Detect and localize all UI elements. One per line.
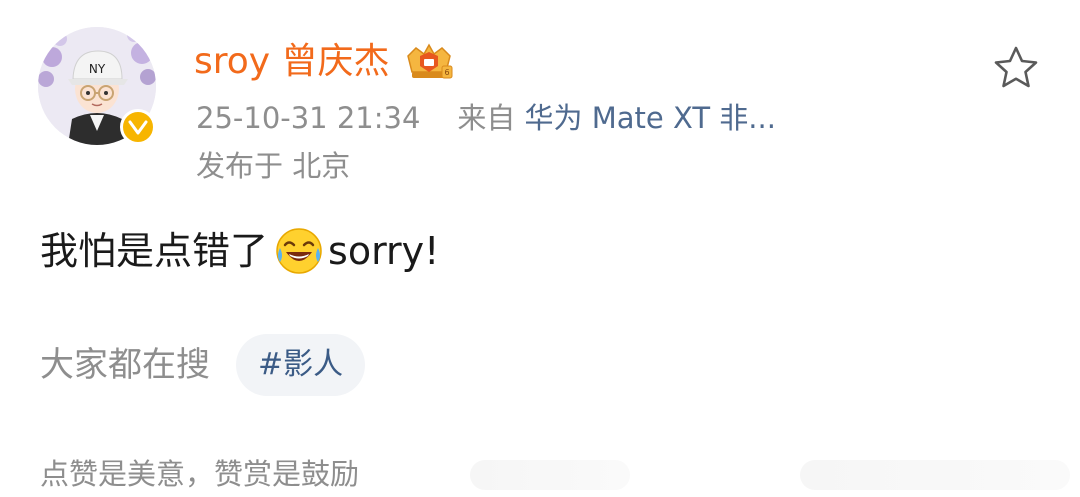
post-text-suffix: sorry!	[328, 229, 440, 273]
author-name[interactable]: sroy 曾庆杰	[194, 38, 390, 86]
checkmark-icon	[128, 120, 148, 135]
source-prefix: 来自	[457, 101, 516, 135]
faded-placeholder-bar	[470, 460, 630, 490]
reward-hint: 点赞是美意，赞赏是鼓励	[40, 457, 360, 491]
faded-placeholder-bar	[800, 460, 1070, 490]
trending-label: 大家都在搜	[40, 345, 210, 385]
avatar-container[interactable]: NY	[38, 27, 156, 145]
svg-text:NY: NY	[89, 62, 106, 76]
post-meta: 25-10-31 21:34 来自 华为 Mate XT 非...	[196, 98, 776, 138]
post-content: 我怕是点错了 sorry!	[40, 224, 439, 278]
svg-text:6: 6	[444, 68, 449, 77]
laugh-cry-emoji-icon	[276, 228, 322, 274]
post-text-main: 我怕是点错了	[40, 229, 269, 273]
star-outline-icon	[994, 46, 1038, 88]
author-row: sroy 曾庆杰 6	[194, 38, 456, 86]
verified-badge-icon	[120, 109, 156, 145]
vip-crown-badge-icon[interactable]: 6	[402, 42, 456, 82]
source-device-link[interactable]: 华为 Mate XT 非...	[525, 101, 776, 135]
trending-search: 大家都在搜 #影人	[40, 334, 366, 396]
post-time: 25-10-31 21:34	[196, 101, 421, 135]
post-location: 发布于 北京	[196, 149, 351, 183]
trending-topic-chip[interactable]: #影人	[236, 334, 366, 396]
favorite-button[interactable]	[988, 40, 1044, 94]
